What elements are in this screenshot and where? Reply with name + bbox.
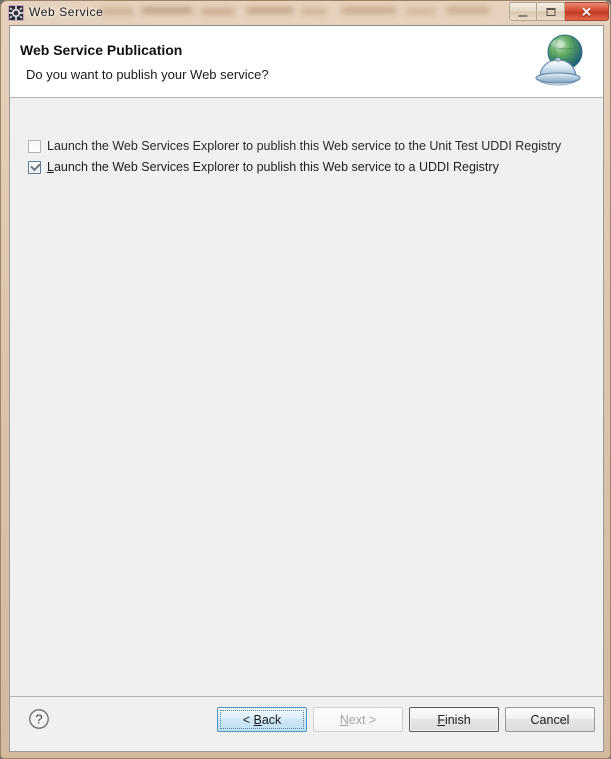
web-service-gear-icon: [8, 5, 24, 21]
page-subtitle: Do you want to publish your Web service?: [26, 67, 269, 82]
checkmark-icon: [30, 160, 41, 171]
checkbox-uddi-label: Launch the Web Services Explorer to publ…: [47, 160, 499, 174]
finish-button[interactable]: Finish: [409, 707, 499, 732]
globe-on-server-icon: [535, 34, 583, 86]
wizard-button-group: < Back Next > Finish Cancel: [217, 707, 595, 732]
page-title: Web Service Publication: [20, 42, 183, 58]
back-button[interactable]: < Back: [217, 707, 307, 732]
maximize-button[interactable]: [537, 2, 565, 21]
finish-button-mnemonic: F: [437, 712, 445, 727]
maximize-icon: [546, 7, 555, 16]
svg-text:?: ?: [35, 712, 42, 727]
web-service-wizard-window: Web Service ✕ Web Service Publication Do…: [0, 0, 611, 759]
back-button-prefix: <: [242, 712, 254, 727]
next-button: Next >: [313, 707, 403, 732]
checkbox-uddi-box[interactable]: [28, 160, 41, 174]
checkbox-uddi-mnemonic: L: [47, 160, 54, 174]
next-button-mnemonic: N: [339, 712, 349, 727]
finish-button-suffix: inish: [444, 712, 471, 727]
checkbox-uddi-label-rest: aunch the Web Services Explorer to publi…: [53, 160, 499, 174]
minimize-icon: [518, 14, 528, 17]
page-body: Launch the Web Services Explorer to publ…: [10, 99, 603, 699]
window-title: Web Service: [29, 5, 104, 19]
cancel-button[interactable]: Cancel: [505, 707, 595, 732]
back-button-mnemonic: B: [253, 712, 262, 727]
dialog-client-area: Web Service Publication Do you want to p…: [9, 25, 604, 752]
checkbox-unit-test-label: Launch the Web Services Explorer to publ…: [47, 139, 562, 153]
checkbox-publish-unit-test-uddi-registry[interactable]: Launch the Web Services Explorer to publ…: [28, 137, 561, 155]
back-button-suffix: ack: [261, 712, 282, 727]
wizard-header: Web Service Publication Do you want to p…: [10, 26, 603, 98]
dialog-button-bar: ? < Back Next > Finish Cancel: [10, 696, 603, 751]
close-icon: ✕: [581, 4, 592, 19]
minimize-button[interactable]: [509, 2, 537, 21]
title-bar[interactable]: Web Service ✕: [1, 1, 611, 25]
cancel-button-label: Cancel: [530, 712, 570, 727]
checkbox-unit-test-box[interactable]: [28, 139, 41, 153]
help-icon[interactable]: ?: [28, 708, 50, 730]
checkbox-publish-uddi-registry[interactable]: Launch the Web Services Explorer to publ…: [28, 158, 499, 176]
close-button[interactable]: ✕: [565, 2, 609, 21]
caption-button-group: ✕: [509, 2, 609, 21]
next-button-suffix: ext >: [348, 712, 377, 727]
